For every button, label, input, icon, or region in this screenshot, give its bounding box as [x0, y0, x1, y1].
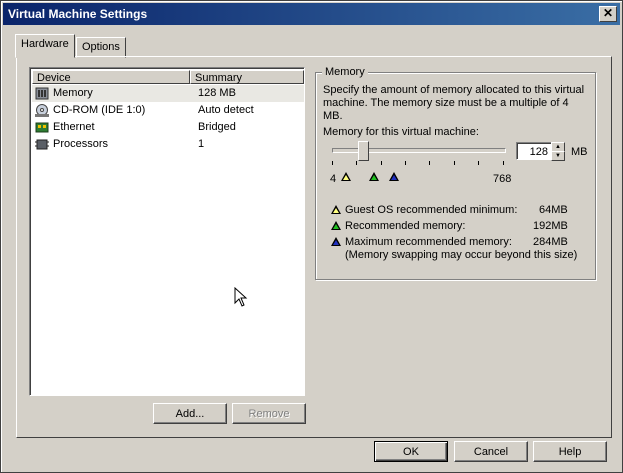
triangle-yellow-icon: [331, 205, 341, 214]
device-list[interactable]: Device Summary Memory 128 MB CD-ROM (IDE…: [29, 67, 305, 396]
tab-hardware[interactable]: Hardware: [15, 34, 75, 58]
cdrom-icon: [35, 104, 49, 117]
slider-tick: [405, 161, 406, 165]
memory-spinner[interactable]: ▲ ▼: [551, 142, 565, 161]
legend-value: 284MB: [533, 236, 568, 248]
device-name: CD-ROM (IDE 1:0): [53, 104, 146, 116]
mouse-cursor-icon: [234, 287, 248, 307]
slider-tick: [454, 161, 455, 165]
column-header-device[interactable]: Device: [32, 70, 190, 84]
slider-tick: [381, 161, 382, 165]
device-summary: Bridged: [198, 121, 236, 133]
add-button[interactable]: Add...: [153, 403, 227, 424]
spin-down-button[interactable]: ▼: [551, 151, 565, 161]
memory-slider-thumb[interactable]: [358, 141, 369, 161]
help-button[interactable]: Help: [533, 441, 607, 462]
list-header: Device Summary: [32, 70, 304, 85]
column-header-summary[interactable]: Summary: [190, 70, 304, 84]
device-name: Processors: [53, 138, 109, 150]
device-row-memory[interactable]: Memory 128 MB: [32, 85, 304, 102]
legend-label: Maximum recommended memory:: [345, 236, 512, 248]
device-row-ethernet[interactable]: Ethernet Bridged: [32, 119, 304, 136]
legend-label: Recommended memory:: [345, 220, 466, 232]
triangle-blue-icon: [331, 237, 341, 246]
slider-tick: [356, 161, 357, 165]
device-row-cdrom[interactable]: CD-ROM (IDE 1:0) Auto detect: [32, 102, 304, 119]
ethernet-icon: [35, 122, 49, 133]
slider-tick: [429, 161, 430, 165]
legend-value: 64MB: [539, 204, 568, 216]
swap-note: (Memory swapping may occur beyond this s…: [345, 249, 578, 261]
memory-icon: [35, 87, 49, 100]
slider-tick: [478, 161, 479, 165]
triangle-green-icon: [331, 221, 341, 230]
slider-min-label: 4: [330, 173, 337, 185]
marker-recommended-icon: [369, 172, 379, 181]
legend-label: Guest OS recommended minimum:: [345, 204, 518, 216]
memory-unit-label: MB: [571, 146, 588, 158]
device-name: Ethernet: [53, 121, 95, 133]
slider-max-label: 768: [493, 173, 512, 185]
memory-size-input[interactable]: 128: [516, 142, 552, 160]
legend-value: 192MB: [533, 220, 568, 232]
device-summary: 1: [198, 138, 205, 150]
vm-settings-window: Virtual Machine Settings ✕ Hardware Opti…: [0, 0, 623, 473]
device-summary: Auto detect: [198, 104, 254, 116]
slider-tick: [332, 161, 333, 165]
device-name: Memory: [53, 87, 93, 99]
window-title: Virtual Machine Settings: [8, 7, 148, 21]
marker-min-icon: [341, 172, 351, 181]
legend-min: Guest OS recommended minimum: 64MB: [331, 203, 571, 217]
processor-icon: [35, 139, 49, 150]
device-row-processors[interactable]: Processors 1: [32, 136, 304, 153]
title-bar[interactable]: Virtual Machine Settings ✕: [3, 3, 620, 25]
remove-button[interactable]: Remove: [232, 403, 306, 424]
slider-tick: [503, 161, 504, 165]
memory-description: Specify the amount of memory allocated t…: [323, 84, 585, 122]
ok-button[interactable]: OK: [374, 441, 448, 462]
close-button[interactable]: ✕: [599, 6, 617, 22]
tab-options[interactable]: Options: [76, 37, 126, 58]
legend-recommended: Recommended memory: 192MB: [331, 219, 571, 233]
marker-max-icon: [389, 172, 399, 181]
device-summary: 128 MB: [198, 87, 236, 99]
memory-field-label: Memory for this virtual machine:: [323, 126, 479, 138]
cancel-button[interactable]: Cancel: [454, 441, 528, 462]
legend-max: Maximum recommended memory: 284MB: [331, 235, 571, 249]
memory-group-title: Memory: [322, 66, 368, 78]
